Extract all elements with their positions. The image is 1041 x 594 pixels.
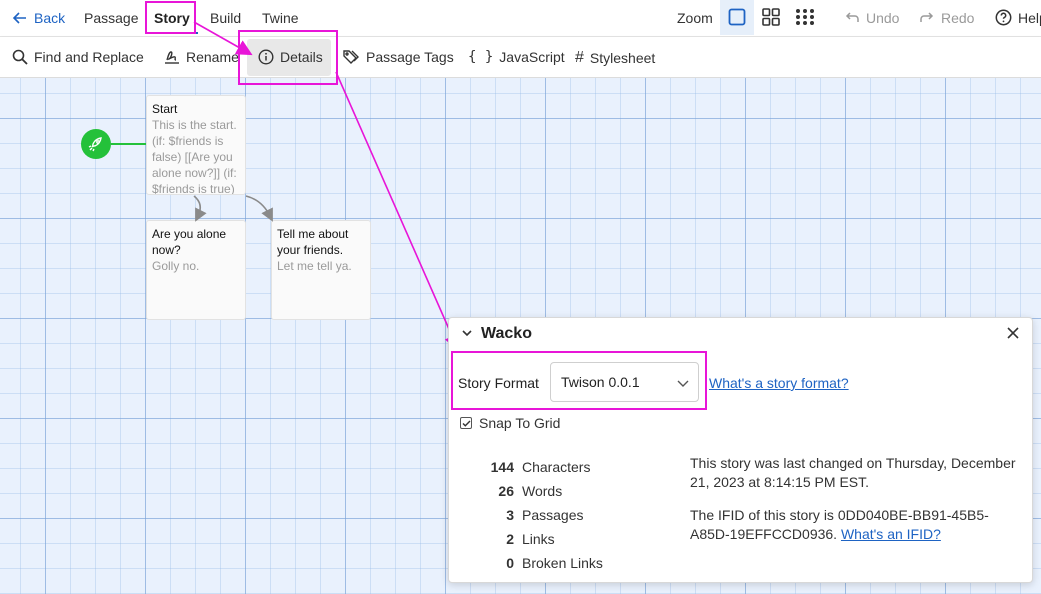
javascript-button[interactable]: { } JavaScript: [468, 49, 565, 65]
snap-to-grid-label: Snap To Grid: [479, 415, 561, 431]
info-icon: [258, 49, 274, 65]
help-label: Help: [1018, 9, 1041, 26]
close-icon[interactable]: [1006, 326, 1020, 340]
top-nav-bar: Back Passage Story Build Twine Zoom Undo: [0, 0, 1041, 37]
arrow-left-icon: [12, 10, 28, 26]
stat-label: Characters: [522, 459, 591, 475]
undo-button[interactable]: Undo: [844, 10, 899, 26]
stat-value: 2: [506, 531, 514, 547]
passage-tags-label: Passage Tags: [366, 49, 454, 65]
tab-passage-label: Passage: [84, 10, 139, 26]
stat-value: 26: [498, 483, 514, 499]
help-icon: [995, 9, 1012, 26]
checkbox-checked-icon: [460, 417, 472, 429]
ifid-help-link[interactable]: What's an IFID?: [841, 526, 941, 542]
square-icon: [728, 8, 746, 26]
tags-icon: [343, 49, 360, 65]
passage-title: Tell me about your friends.: [277, 227, 349, 257]
start-passage-marker: [81, 129, 111, 159]
stat-value: 0: [506, 555, 514, 571]
grid-9-icon: [795, 8, 815, 26]
redo-button[interactable]: Redo: [919, 10, 974, 26]
signature-icon: [164, 49, 180, 65]
zoom-label-text: Zoom: [677, 10, 713, 26]
ifid-info: The IFID of this story is 0DD040BE-BB91-…: [690, 506, 1024, 544]
last-changed-text: This story was last changed on Thursday,…: [690, 455, 1016, 490]
zoom-label: Zoom: [677, 10, 713, 26]
stat-label: Links: [522, 531, 555, 547]
tab-build-label: Build: [210, 10, 242, 26]
details-label: Details: [280, 49, 323, 65]
tab-twine-label: Twine: [262, 10, 299, 26]
active-tab-indicator: [146, 32, 198, 34]
stylesheet-label: Stylesheet: [589, 50, 656, 66]
grid-4-icon: [762, 8, 780, 26]
javascript-label: JavaScript: [499, 49, 565, 65]
tab-story-label: Story: [154, 10, 190, 26]
braces-icon: { }: [468, 49, 494, 65]
redo-label: Redo: [941, 10, 975, 26]
rename-label: Rename: [186, 49, 239, 65]
chevron-down-icon[interactable]: [461, 327, 473, 339]
hash-icon: #: [575, 49, 584, 66]
stat-value: 144: [490, 459, 514, 475]
zoom-60-button[interactable]: [762, 8, 780, 26]
story-format-value: Twison 0.0.1: [561, 374, 640, 390]
passage-excerpt: Let me tell ya.: [277, 259, 352, 273]
passage-card[interactable]: Tell me about your friends. Let me tell …: [271, 220, 371, 320]
story-details-dialog: Wacko Story Format Twison 0.0.1 What's a…: [448, 317, 1033, 583]
passage-tags-button[interactable]: Passage Tags: [343, 49, 454, 65]
search-icon: [12, 49, 28, 65]
rename-button[interactable]: Rename: [164, 49, 239, 65]
details-button[interactable]: Details: [258, 49, 323, 65]
stat-label: Broken Links: [522, 555, 603, 571]
help-button[interactable]: Help: [995, 9, 1041, 26]
rocket-icon: [88, 136, 104, 152]
tab-passage[interactable]: Passage: [84, 10, 138, 26]
zoom-30-button[interactable]: [795, 8, 815, 26]
stylesheet-button[interactable]: # Stylesheet: [575, 49, 655, 67]
stat-label: Passages: [522, 507, 584, 523]
tab-twine[interactable]: Twine: [262, 10, 299, 26]
passage-title: Are you alone now?: [152, 227, 227, 257]
back-label: Back: [34, 10, 66, 26]
story-format-label: Story Format: [458, 375, 539, 391]
ifid-text: The IFID of this story is 0DD040BE-BB91-…: [690, 507, 989, 542]
dialog-title: Wacko: [481, 325, 532, 342]
story-toolbar: Find and Replace Rename Details Passage …: [0, 37, 1041, 78]
find-replace-label: Find and Replace: [34, 49, 144, 65]
back-button[interactable]: Back: [12, 10, 65, 26]
chevron-down-icon: [676, 376, 690, 390]
undo-label: Undo: [866, 10, 900, 26]
start-connector: [111, 143, 146, 145]
story-format-select[interactable]: Twison 0.0.1: [550, 362, 699, 402]
zoom-100-button[interactable]: [728, 8, 746, 26]
tab-story[interactable]: Story: [154, 10, 190, 26]
snap-to-grid-checkbox[interactable]: Snap To Grid: [460, 415, 560, 431]
passage-title: Start: [152, 102, 178, 116]
tab-build[interactable]: Build: [210, 10, 241, 26]
passage-excerpt: This is the start. (if: $friends is fals…: [152, 118, 237, 195]
redo-icon: [919, 10, 935, 26]
story-format-help-link[interactable]: What's a story format?: [709, 375, 849, 391]
undo-icon: [844, 10, 860, 26]
passage-card[interactable]: Are you alone now? Golly no.: [146, 220, 246, 320]
passage-excerpt: Golly no.: [152, 259, 200, 273]
stat-label: Words: [522, 483, 563, 499]
find-replace-button[interactable]: Find and Replace: [12, 49, 144, 65]
stat-value: 3: [506, 507, 514, 523]
passage-card[interactable]: Start This is the start. (if: $friends i…: [146, 95, 246, 195]
